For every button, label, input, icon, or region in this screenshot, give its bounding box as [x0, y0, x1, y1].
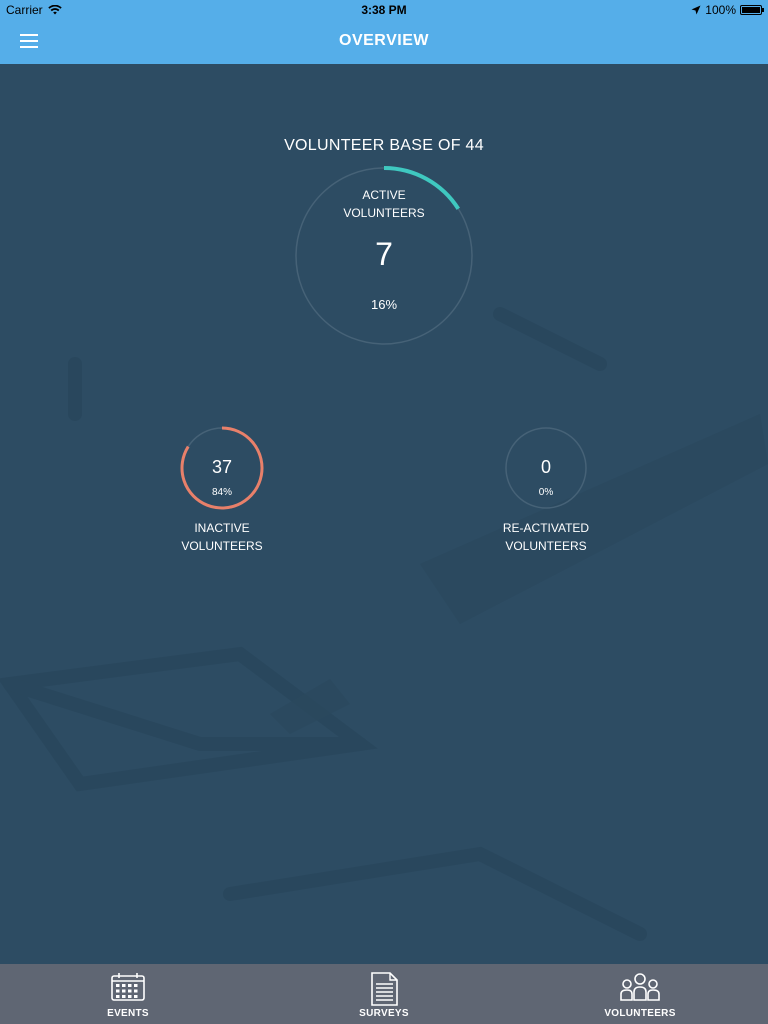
group-icon — [620, 973, 660, 1001]
tab-bar: EVENTS SURVEYS VOLUNTEERS — [0, 964, 768, 1024]
volunteer-base-title: VOLUNTEER BASE OF 44 — [284, 137, 484, 154]
active-volunteers-count: 7 — [375, 236, 393, 272]
status-bar: Carrier 3:38 PM 100% — [0, 0, 768, 20]
document-icon — [371, 972, 398, 1006]
inactive-label-line1: INACTIVE — [194, 521, 250, 535]
inactive-volunteers-percent: 84% — [211, 487, 232, 498]
tab-surveys[interactable]: SURVEYS — [256, 964, 512, 1024]
tab-volunteers-label: VOLUNTEERS — [604, 1008, 676, 1019]
inactive-volunteers-label: INACTIVE VOLUNTEERS — [152, 519, 292, 555]
reactivated-volunteers-count: 0 — [540, 457, 551, 477]
tab-volunteers[interactable]: VOLUNTEERS — [512, 964, 768, 1024]
inactive-volunteers-count: 37 — [211, 457, 233, 477]
clock: 3:38 PM — [361, 3, 407, 17]
page-title: OVERVIEW — [339, 32, 429, 49]
tab-events-label: EVENTS — [107, 1008, 149, 1019]
reactivated-label-line2: VOLUNTEERS — [505, 539, 587, 553]
nav-bar: OVERVIEW — [0, 20, 768, 64]
reactivated-volunteers-percent: 0% — [538, 487, 554, 498]
active-volunteers-percent: 16% — [370, 297, 398, 312]
location-arrow-icon — [691, 5, 701, 15]
inactive-label-line2: VOLUNTEERS — [181, 539, 263, 553]
active-label-line1: ACTIVE — [362, 188, 406, 202]
reactivated-volunteers-label: RE-ACTIVATED VOLUNTEERS — [466, 519, 626, 555]
battery-icon — [740, 5, 764, 15]
tab-surveys-label: SURVEYS — [359, 1008, 409, 1019]
tab-events[interactable]: EVENTS — [0, 964, 256, 1024]
app-screen: Carrier 3:38 PM 100% OVERVIEW VOLUNTEER … — [0, 0, 768, 1024]
reactivated-label-line1: RE-ACTIVATED — [502, 521, 590, 535]
active-label-line2: VOLUNTEERS — [343, 206, 425, 220]
status-right: 100% — [691, 3, 764, 17]
battery-percent: 100% — [705, 3, 736, 17]
active-volunteers-label: ACTIVE VOLUNTEERS — [294, 186, 474, 222]
calendar-icon — [111, 973, 145, 1001]
